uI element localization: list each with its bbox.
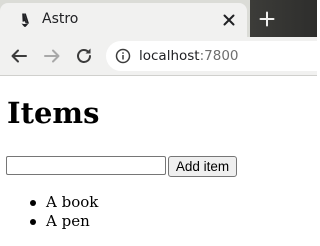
tab-astro[interactable]: Astro: [0, 3, 247, 37]
close-icon[interactable]: [220, 11, 238, 29]
list-item: A book: [0, 193, 98, 212]
arrow-left-icon[interactable]: [9, 46, 29, 66]
tab-title: Astro: [42, 11, 79, 27]
list-item-label: A book: [46, 193, 99, 211]
list-item-label: A pen: [46, 212, 90, 230]
arrow-right-icon[interactable]: [42, 46, 62, 66]
item-list: A book A pen: [0, 193, 98, 231]
list-item: A pen: [0, 212, 98, 231]
info-icon[interactable]: [115, 48, 131, 64]
url-text[interactable]: localhost:7800: [139, 48, 239, 64]
bullet-icon: [30, 219, 36, 225]
page-title: Items: [7, 96, 100, 130]
plus-icon[interactable]: [258, 10, 276, 28]
address-bar[interactable]: localhost:7800: [106, 41, 320, 71]
url-port: :7800: [199, 48, 239, 64]
page-content: Items Add item A book A pen: [0, 76, 317, 246]
astro-logo-icon: [21, 13, 29, 27]
reload-icon[interactable]: [74, 46, 94, 66]
item-input[interactable]: [6, 156, 166, 175]
add-item-button[interactable]: Add item: [168, 156, 237, 177]
browser-toolbar: localhost:7800: [0, 37, 320, 76]
url-host: localhost: [139, 48, 200, 64]
bullet-icon: [30, 200, 36, 206]
tab-strip: Astro: [0, 0, 317, 37]
